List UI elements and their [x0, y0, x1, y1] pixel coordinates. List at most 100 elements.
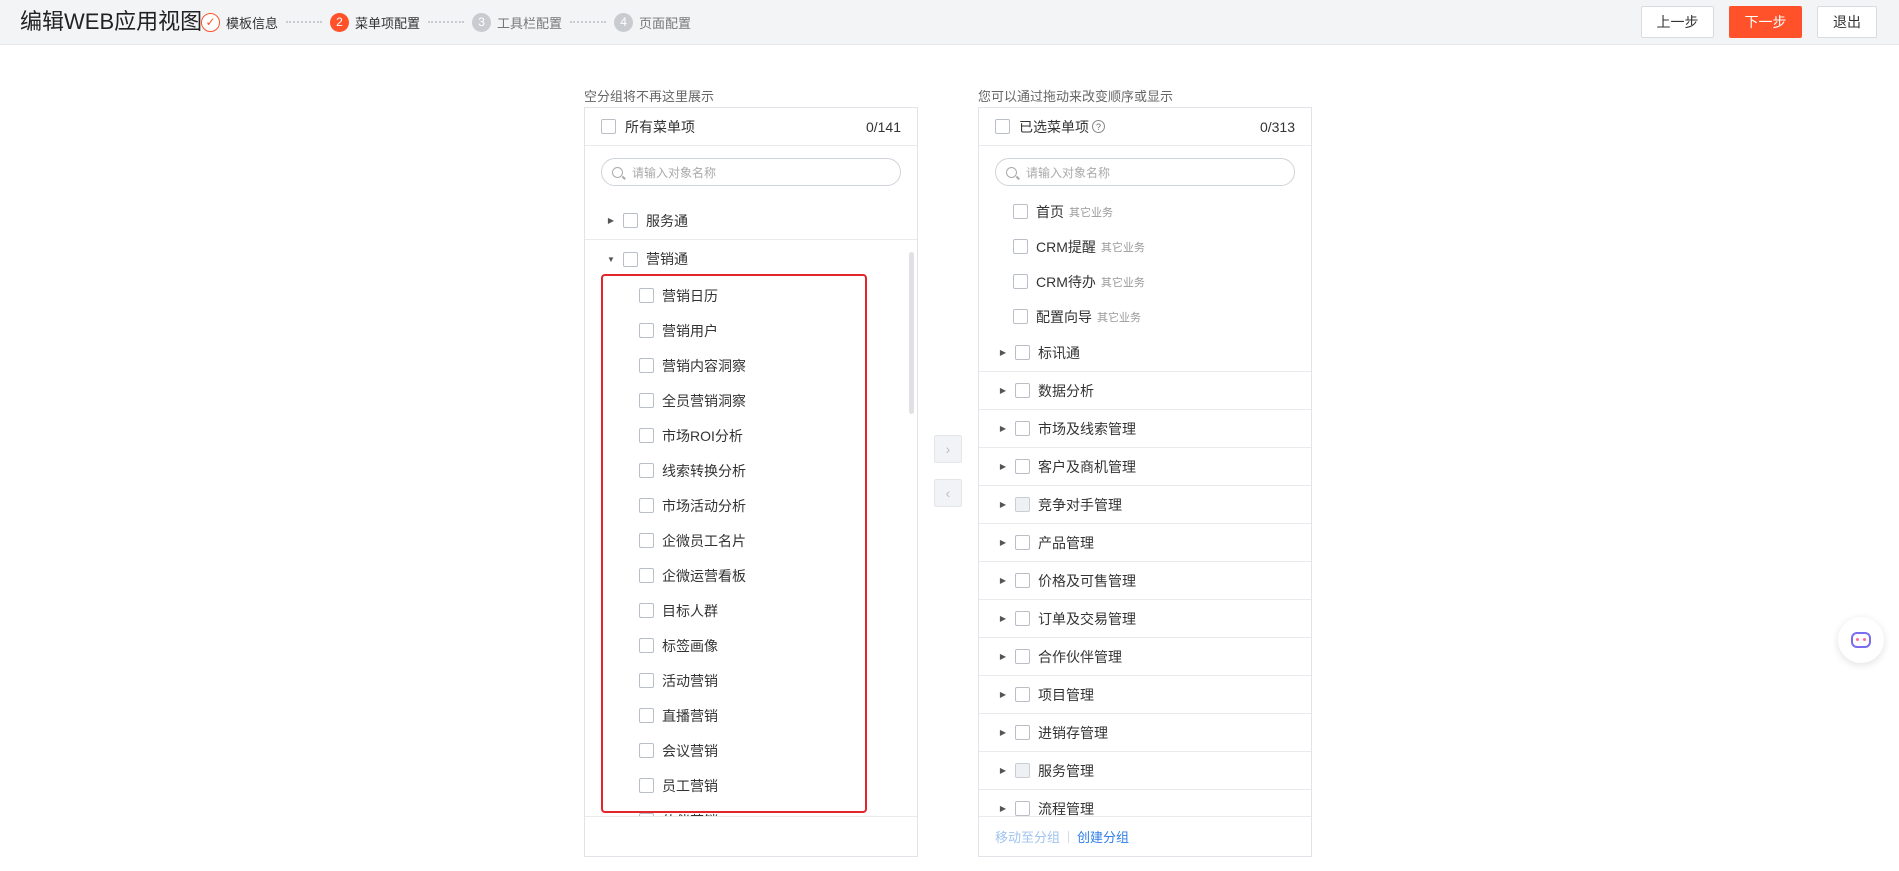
select-all-checkbox[interactable] — [601, 119, 616, 134]
item-checkbox[interactable] — [639, 708, 654, 723]
tree-group[interactable]: ▶ 项目管理 — [979, 676, 1311, 714]
item-checkbox[interactable] — [639, 323, 654, 338]
list-item[interactable]: 企微员工名片 — [585, 523, 917, 558]
caret-right-icon[interactable]: ▶ — [999, 538, 1007, 547]
tree-group[interactable]: ▶ 市场及线索管理 — [979, 410, 1311, 448]
item-checkbox[interactable] — [639, 393, 654, 408]
item-checkbox[interactable] — [639, 428, 654, 443]
group-checkbox[interactable] — [1015, 345, 1030, 360]
move-right-button[interactable]: › — [934, 435, 962, 463]
caret-right-icon[interactable]: ▶ — [999, 500, 1007, 509]
item-checkbox[interactable] — [639, 498, 654, 513]
item-checkbox[interactable] — [639, 288, 654, 303]
group-checkbox[interactable] — [1015, 687, 1030, 702]
group-checkbox[interactable] — [1015, 725, 1030, 740]
tree-group[interactable]: ▶ 进销存管理 — [979, 714, 1311, 752]
selected-item[interactable]: CRM待办 其它业务 — [979, 264, 1311, 299]
prev-step-button[interactable]: 上一步 — [1641, 6, 1714, 38]
group-checkbox[interactable] — [1015, 383, 1030, 398]
list-item[interactable]: 企微运营看板 — [585, 558, 917, 593]
group-checkbox[interactable] — [1015, 573, 1030, 588]
group-checkbox[interactable] — [1015, 497, 1030, 512]
tree-group[interactable]: ▶ 客户及商机管理 — [979, 448, 1311, 486]
list-item[interactable]: 线索转换分析 — [585, 453, 917, 488]
list-item[interactable]: 会议营销 — [585, 733, 917, 768]
selected-item[interactable]: 配置向导 其它业务 — [979, 299, 1311, 334]
step-menu-config[interactable]: 2 菜单项配置 — [330, 12, 420, 32]
tree-group[interactable]: ▶ 产品管理 — [979, 524, 1311, 562]
group-checkbox[interactable] — [1015, 535, 1030, 550]
group-checkbox[interactable] — [1015, 459, 1030, 474]
search-input[interactable]: 请输入对象名称 — [995, 158, 1295, 186]
list-item[interactable]: 标签画像 — [585, 628, 917, 663]
tree-group[interactable]: ▶ 服务管理 — [979, 752, 1311, 790]
tree-group[interactable]: ▶ 流程管理 — [979, 790, 1311, 816]
list-item[interactable]: 伙伴营销 — [585, 803, 917, 816]
tree-group[interactable]: ▶ 订单及交易管理 — [979, 600, 1311, 638]
help-icon[interactable]: ? — [1092, 120, 1105, 133]
item-checkbox[interactable] — [639, 638, 654, 653]
item-checkbox[interactable] — [639, 603, 654, 618]
tree-group[interactable]: ▶ 竞争对手管理 — [979, 486, 1311, 524]
caret-right-icon[interactable]: ▶ — [999, 766, 1007, 775]
select-all-checkbox[interactable] — [995, 119, 1010, 134]
create-group-link[interactable]: 创建分组 — [1077, 827, 1129, 846]
item-checkbox[interactable] — [1013, 309, 1028, 324]
next-step-button[interactable]: 下一步 — [1729, 6, 1802, 38]
caret-right-icon[interactable]: ▶ — [999, 576, 1007, 585]
list-item[interactable]: 员工营销 — [585, 768, 917, 803]
item-checkbox[interactable] — [639, 463, 654, 478]
list-item[interactable]: 营销用户 — [585, 313, 917, 348]
caret-right-icon[interactable]: ▶ — [999, 690, 1007, 699]
caret-right-icon[interactable]: ▶ — [999, 804, 1007, 813]
tree-group[interactable]: ▶ 服务通 — [585, 202, 917, 240]
group-checkbox[interactable] — [1015, 763, 1030, 778]
list-item[interactable]: 活动营销 — [585, 663, 917, 698]
tree-group[interactable]: ▼ 营销通 — [585, 240, 917, 278]
list-item[interactable]: 全员营销洞察 — [585, 383, 917, 418]
group-checkbox[interactable] — [623, 213, 638, 228]
caret-right-icon[interactable]: ▶ — [999, 728, 1007, 737]
group-checkbox[interactable] — [1015, 801, 1030, 816]
item-checkbox[interactable] — [639, 358, 654, 373]
caret-right-icon[interactable]: ▶ — [999, 424, 1007, 433]
step-page-config[interactable]: 4 页面配置 — [614, 12, 691, 32]
caret-right-icon[interactable]: ▶ — [999, 462, 1007, 471]
assistant-float-button[interactable] — [1838, 617, 1884, 663]
caret-right-icon[interactable]: ▶ — [607, 216, 615, 225]
caret-right-icon[interactable]: ▶ — [999, 652, 1007, 661]
group-checkbox[interactable] — [1015, 421, 1030, 436]
caret-right-icon[interactable]: ▶ — [999, 386, 1007, 395]
scrollbar-thumb[interactable] — [909, 252, 914, 414]
selected-item[interactable]: 首页 其它业务 — [979, 194, 1311, 229]
item-checkbox[interactable] — [639, 673, 654, 688]
list-item[interactable]: 营销内容洞察 — [585, 348, 917, 383]
item-checkbox[interactable] — [639, 568, 654, 583]
tree-group[interactable]: ▶ 价格及可售管理 — [979, 562, 1311, 600]
tree-group[interactable]: ▶ 标讯通 — [979, 334, 1311, 372]
caret-right-icon[interactable]: ▶ — [999, 614, 1007, 623]
caret-down-icon[interactable]: ▼ — [607, 255, 615, 264]
item-checkbox[interactable] — [639, 533, 654, 548]
list-item[interactable]: 直播营销 — [585, 698, 917, 733]
list-item[interactable]: 市场活动分析 — [585, 488, 917, 523]
list-item[interactable]: 市场ROI分析 — [585, 418, 917, 453]
tree-group[interactable]: ▶ 合作伙伴管理 — [979, 638, 1311, 676]
step-toolbar-config[interactable]: 3 工具栏配置 — [472, 12, 562, 32]
selected-item[interactable]: CRM提醒 其它业务 — [979, 229, 1311, 264]
step-template-info[interactable]: ✓ 模板信息 — [201, 12, 278, 32]
item-checkbox[interactable] — [639, 778, 654, 793]
item-checkbox[interactable] — [1013, 204, 1028, 219]
search-input[interactable]: 请输入对象名称 — [601, 158, 901, 186]
move-to-group-link[interactable]: 移动至分组 — [995, 827, 1060, 846]
list-item[interactable]: 营销日历 — [585, 278, 917, 313]
list-item[interactable]: 目标人群 — [585, 593, 917, 628]
move-left-button[interactable]: ‹ — [934, 479, 962, 507]
caret-right-icon[interactable]: ▶ — [999, 348, 1007, 357]
item-checkbox[interactable] — [1013, 274, 1028, 289]
group-checkbox[interactable] — [1015, 649, 1030, 664]
group-checkbox[interactable] — [623, 251, 638, 267]
tree-group[interactable]: ▶ 数据分析 — [979, 372, 1311, 410]
group-checkbox[interactable] — [1015, 611, 1030, 626]
exit-button[interactable]: 退出 — [1817, 6, 1877, 38]
